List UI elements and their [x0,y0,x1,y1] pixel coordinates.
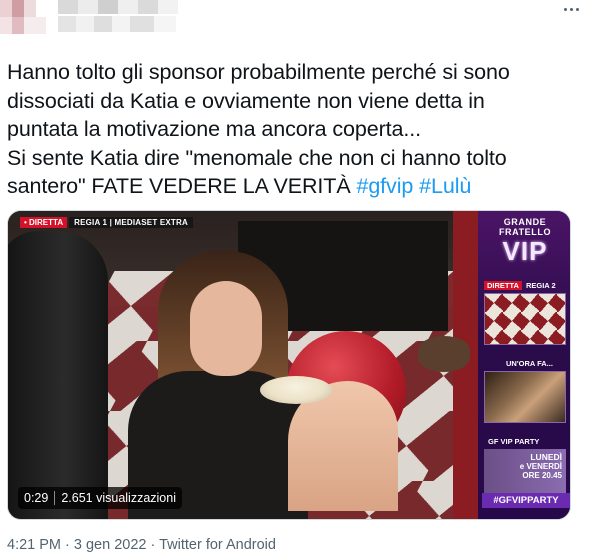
tweet-text-line: puntata la motivazione ma ancora coperta… [7,117,421,141]
logo-vip-text: VIP [502,236,548,266]
more-options-icon[interactable] [558,0,584,18]
hashtag-link[interactable]: #gfvip [356,174,413,198]
avatar[interactable] [0,0,46,34]
separator-dot: · [61,537,74,553]
video-duration: 0:29 [24,491,49,505]
woman-face [190,281,262,376]
tweet-time[interactable]: 4:21 PM [7,537,61,553]
show-sidebar-graphic: GRANDE FRATELLO VIP DIRETTA REGIA 2 UN'O… [478,211,570,519]
tweet-text: Hanno tolto gli sponsor probabilmente pe… [7,58,587,201]
party-label: GF VIP PARTY [488,437,540,446]
gf-vip-logo: GRANDE FRATELLO VIP [478,217,570,266]
blurred-username[interactable] [58,16,176,32]
promo-schedule: LUNEDÌ e VENERDÌ ORE 20.45 [519,452,562,481]
tweet-text-line: Hanno tolto gli sponsor probabilmente pe… [7,60,510,84]
separator-dot: · [146,537,160,553]
view-count: 2.651 visualizzazioni [61,491,176,505]
regia2-label: REGIA 2 [525,281,556,290]
regia2-tag: DIRETTA REGIA 2 [484,281,556,290]
tweet-text-line: Si sente Katia dire "menomale che non ci… [7,145,507,170]
broadcast-badge: • DIRETTA REGIA 1 | MEDIASET EXTRA [20,216,193,228]
hour-ago-label: UN'ORA FA... [506,359,553,368]
tweet-source[interactable]: Twitter for Android [159,537,276,553]
tweet-text-line: dissociati da Katia e ovviamente non vie… [7,88,485,113]
live-badge: • DIRETTA [20,216,68,228]
divider [54,491,56,505]
logo-top-text: GRANDE [503,217,547,227]
tweet-date[interactable]: 3 gen 2022 [74,537,147,553]
plate [260,376,332,404]
party-tag: GF VIP PARTY [488,437,539,446]
person-jacket [8,231,108,519]
promo-time: ORE 20.45 [522,471,562,480]
live-tag: DIRETTA [484,281,522,290]
tweet-header [0,0,594,50]
hashtag-link[interactable]: #Lulù [419,174,471,198]
party-hashtag: #GFVIPPARTY [482,493,570,508]
hour-ago-thumbnail [484,371,566,423]
channel-badge: REGIA 1 | MEDIASET EXTRA [69,216,193,228]
basket-decor [418,336,470,372]
promo-day2: e VENERDÌ [519,462,562,471]
video-info-overlay: 0:29 2.651 visualizzazioni [18,487,182,509]
promo-day1: LUNEDÌ [530,452,562,462]
regia2-thumbnail [484,293,566,345]
hour-ago-tag: UN'ORA FA... [506,359,553,368]
party-promo: LUNEDÌ e VENERDÌ ORE 20.45 [484,449,566,495]
tweet-footer: 4:21 PM · 3 gen 2022 · Twitter for Andro… [7,537,276,553]
video-player[interactable]: • DIRETTA REGIA 1 | MEDIASET EXTRA GRAND… [7,210,571,520]
tweet-text-line: santero" FATE VEDERE LA VERITÀ [7,174,357,198]
blurred-display-name[interactable] [58,0,178,14]
